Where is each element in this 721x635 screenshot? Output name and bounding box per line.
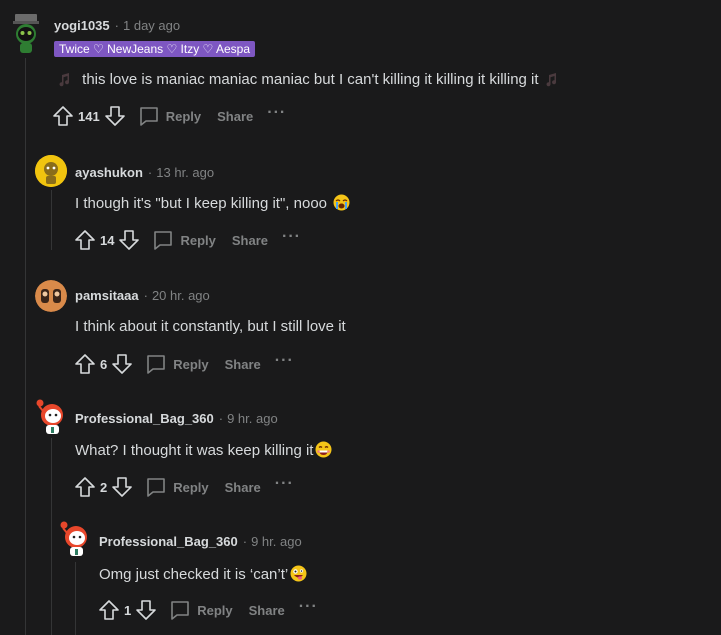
comment-actions: 6 Reply Share ··· <box>74 352 294 376</box>
comment-meta: Professional_Bag_360 · 9 hr. ago <box>75 411 278 426</box>
reply-button[interactable]: Reply <box>152 229 216 251</box>
timestamp[interactable]: 13 hr. ago <box>156 165 214 180</box>
downvote-icon[interactable] <box>104 105 126 127</box>
author-name[interactable]: yogi1035 <box>54 18 110 33</box>
thread-line <box>75 562 76 635</box>
comment-icon <box>138 105 160 127</box>
comment-meta: Professional_Bag_360 · 9 hr. ago <box>99 534 302 549</box>
upvote-icon[interactable] <box>52 105 74 127</box>
comment-body: this love is maniac maniac maniac but I … <box>56 71 561 91</box>
comment-meta: ayashukon · 13 hr. ago <box>75 165 215 180</box>
upvote-icon[interactable] <box>74 229 96 251</box>
comment-actions: 2 Reply Share ··· <box>74 475 294 499</box>
comment-body: What? I thought it was keep killing it <box>75 441 332 462</box>
more-options-button[interactable]: ··· <box>282 229 301 248</box>
crying-face-icon <box>333 194 350 215</box>
comment-meta: pamsitaaa · 20 hr. ago <box>75 288 210 303</box>
upvote-icon[interactable] <box>74 353 96 375</box>
comment-body: Omg just checked it is ‘can’t’ <box>99 565 307 586</box>
avatar[interactable] <box>10 14 42 54</box>
author-name[interactable]: pamsitaaa <box>75 288 139 303</box>
comment-body: I though it's "but I keep killing it", n… <box>75 194 350 215</box>
vote-score: 14 <box>100 232 115 248</box>
zany-face-icon <box>290 565 307 586</box>
downvote-icon[interactable] <box>111 476 133 498</box>
comment-meta: yogi1035 · 1 day ago <box>54 18 181 33</box>
share-button[interactable]: Share <box>249 603 285 618</box>
author-name[interactable]: ayashukon <box>75 165 143 180</box>
author-name[interactable]: Professional_Bag_360 <box>99 534 238 549</box>
comment-icon <box>169 599 191 621</box>
avatar[interactable] <box>59 520 93 556</box>
comment-body: I think about it constantly, but I still… <box>75 318 346 335</box>
share-button[interactable]: Share <box>225 480 261 495</box>
more-options-button[interactable]: ··· <box>299 599 318 618</box>
more-options-button[interactable]: ··· <box>275 476 294 495</box>
vote-score: 6 <box>100 356 108 372</box>
grinning-face-icon <box>315 441 332 462</box>
comment-icon <box>145 476 167 498</box>
share-button[interactable]: Share <box>225 357 261 372</box>
vote-score: 141 <box>78 108 100 124</box>
downvote-icon[interactable] <box>111 353 133 375</box>
music-notes-icon <box>545 73 561 91</box>
timestamp[interactable]: 1 day ago <box>123 18 180 33</box>
reply-button[interactable]: Reply <box>145 353 209 375</box>
more-options-button[interactable]: ··· <box>275 353 294 372</box>
comment-icon <box>145 353 167 375</box>
timestamp[interactable]: 9 hr. ago <box>227 411 278 426</box>
reply-button[interactable]: Reply <box>169 599 233 621</box>
avatar[interactable] <box>35 280 67 312</box>
comment-actions: 141 Reply Share ··· <box>52 104 286 128</box>
reply-button[interactable]: Reply <box>138 105 201 127</box>
downvote-icon[interactable] <box>118 229 140 251</box>
comment-actions: 1 Reply Share ··· <box>98 598 318 622</box>
comment-actions: 14 Reply Share ··· <box>74 228 301 252</box>
avatar[interactable] <box>35 155 67 187</box>
downvote-icon[interactable] <box>135 599 157 621</box>
timestamp[interactable]: 9 hr. ago <box>251 534 302 549</box>
author-name[interactable]: Professional_Bag_360 <box>75 411 214 426</box>
timestamp[interactable]: 20 hr. ago <box>152 288 210 303</box>
vote-score: 1 <box>124 602 132 618</box>
vote-score: 2 <box>100 479 108 495</box>
more-options-button[interactable]: ··· <box>267 105 286 124</box>
music-notes-icon <box>58 73 74 91</box>
upvote-icon[interactable] <box>98 599 120 621</box>
comment-icon <box>152 229 174 251</box>
reply-button[interactable]: Reply <box>145 476 209 498</box>
upvote-icon[interactable] <box>74 476 96 498</box>
thread-line <box>51 190 52 250</box>
share-button[interactable]: Share <box>232 233 268 248</box>
share-button[interactable]: Share <box>217 109 253 124</box>
thread-line <box>25 58 26 635</box>
avatar[interactable] <box>35 398 69 434</box>
user-flair: Twice ♡ NewJeans ♡ Itzy ♡ Aespa <box>54 41 256 57</box>
thread-line <box>51 438 52 635</box>
